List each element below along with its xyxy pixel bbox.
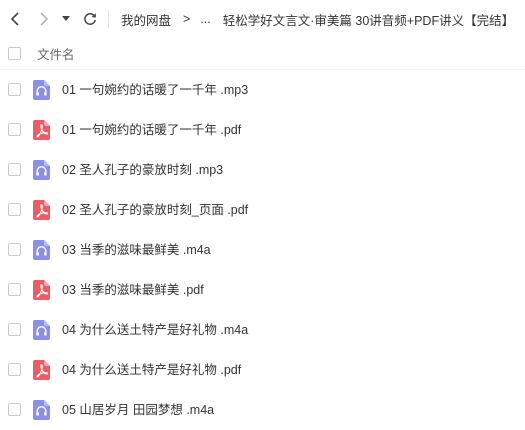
- breadcrumb-overflow[interactable]: 【 】: [520, 10, 525, 29]
- file-row[interactable]: 03 当季的滋味最鲜美 .pdf: [0, 270, 525, 310]
- forward-button[interactable]: [33, 9, 53, 29]
- file-row[interactable]: 01 一句婉约的话暖了一千年 .mp3: [0, 70, 525, 110]
- chevron-right-icon: [40, 12, 49, 26]
- file-list: 01 一句婉约的话暖了一千年 .mp3 01 一句婉约的话暖了一千年 .pdf 02…: [0, 70, 525, 430]
- breadcrumb-ellipsis[interactable]: ...: [200, 12, 210, 26]
- file-name[interactable]: 04 为什么送土特产是好礼物 .pdf: [62, 350, 241, 390]
- row-checkbox[interactable]: [8, 323, 21, 336]
- file-name[interactable]: 02 圣人孔子的豪放时刻_页面 .pdf: [62, 190, 248, 230]
- chevron-left-icon: [10, 12, 19, 26]
- row-checkbox[interactable]: [8, 243, 21, 256]
- refresh-button[interactable]: [80, 9, 100, 29]
- breadcrumb-separator: >: [183, 12, 191, 26]
- audio-file-icon: [33, 160, 50, 180]
- column-header-filename[interactable]: 文件名: [37, 44, 75, 63]
- file-name[interactable]: 05 山居岁月 田园梦想 .m4a: [62, 390, 214, 430]
- file-name[interactable]: 03 当季的滋味最鲜美 .m4a: [62, 230, 211, 270]
- history-dropdown-button[interactable]: [59, 9, 73, 29]
- row-checkbox[interactable]: [8, 363, 21, 376]
- breadcrumb-root[interactable]: 我的网盘: [121, 10, 171, 29]
- audio-file-icon: [33, 400, 50, 420]
- row-checkbox[interactable]: [8, 163, 21, 176]
- row-checkbox[interactable]: [8, 403, 21, 416]
- file-name[interactable]: 01 一句婉约的话暖了一千年 .pdf: [62, 110, 241, 150]
- audio-file-icon: [33, 80, 50, 100]
- pdf-file-icon: [33, 280, 50, 300]
- breadcrumb: 我的网盘 > ... 轻松学好文言文·审美篇 30讲音频+PDF讲义【完结】 【…: [121, 0, 525, 38]
- row-checkbox[interactable]: [8, 203, 21, 216]
- file-row[interactable]: 05 山居岁月 田园梦想 .m4a: [0, 390, 525, 430]
- row-checkbox[interactable]: [8, 123, 21, 136]
- file-row[interactable]: 02 圣人孔子的豪放时刻_页面 .pdf: [0, 190, 525, 230]
- breadcrumb-current: 轻松学好文言文·审美篇 30讲音频+PDF讲义【完结】: [222, 13, 515, 28]
- audio-file-icon: [33, 240, 50, 260]
- file-name[interactable]: 02 圣人孔子的豪放时刻 .mp3: [62, 150, 223, 190]
- file-row[interactable]: 03 当季的滋味最鲜美 .m4a: [0, 230, 525, 270]
- file-row[interactable]: 04 为什么送土特产是好礼物 .m4a: [0, 310, 525, 350]
- file-row[interactable]: 02 圣人孔子的豪放时刻 .mp3: [0, 150, 525, 190]
- pdf-file-icon: [33, 120, 50, 140]
- file-row[interactable]: 01 一句婉约的话暖了一千年 .pdf: [0, 110, 525, 150]
- list-header: 文件名: [0, 38, 525, 70]
- toolbar-divider: [108, 10, 109, 28]
- row-checkbox[interactable]: [8, 83, 21, 96]
- toolbar: 我的网盘 > ... 轻松学好文言文·审美篇 30讲音频+PDF讲义【完结】 【…: [0, 0, 525, 38]
- back-button[interactable]: [6, 9, 26, 29]
- audio-file-icon: [33, 320, 50, 340]
- file-name[interactable]: 01 一句婉约的话暖了一千年 .mp3: [62, 70, 248, 110]
- row-checkbox[interactable]: [8, 283, 21, 296]
- pdf-file-icon: [33, 200, 50, 220]
- caret-down-icon: [62, 16, 70, 21]
- file-name[interactable]: 04 为什么送土特产是好礼物 .m4a: [62, 310, 248, 350]
- pdf-file-icon: [33, 360, 50, 380]
- file-row[interactable]: 04 为什么送土特产是好礼物 .pdf: [0, 350, 525, 390]
- refresh-icon: [84, 13, 96, 25]
- file-name[interactable]: 03 当季的滋味最鲜美 .pdf: [62, 270, 204, 310]
- select-all-checkbox[interactable]: [8, 47, 21, 60]
